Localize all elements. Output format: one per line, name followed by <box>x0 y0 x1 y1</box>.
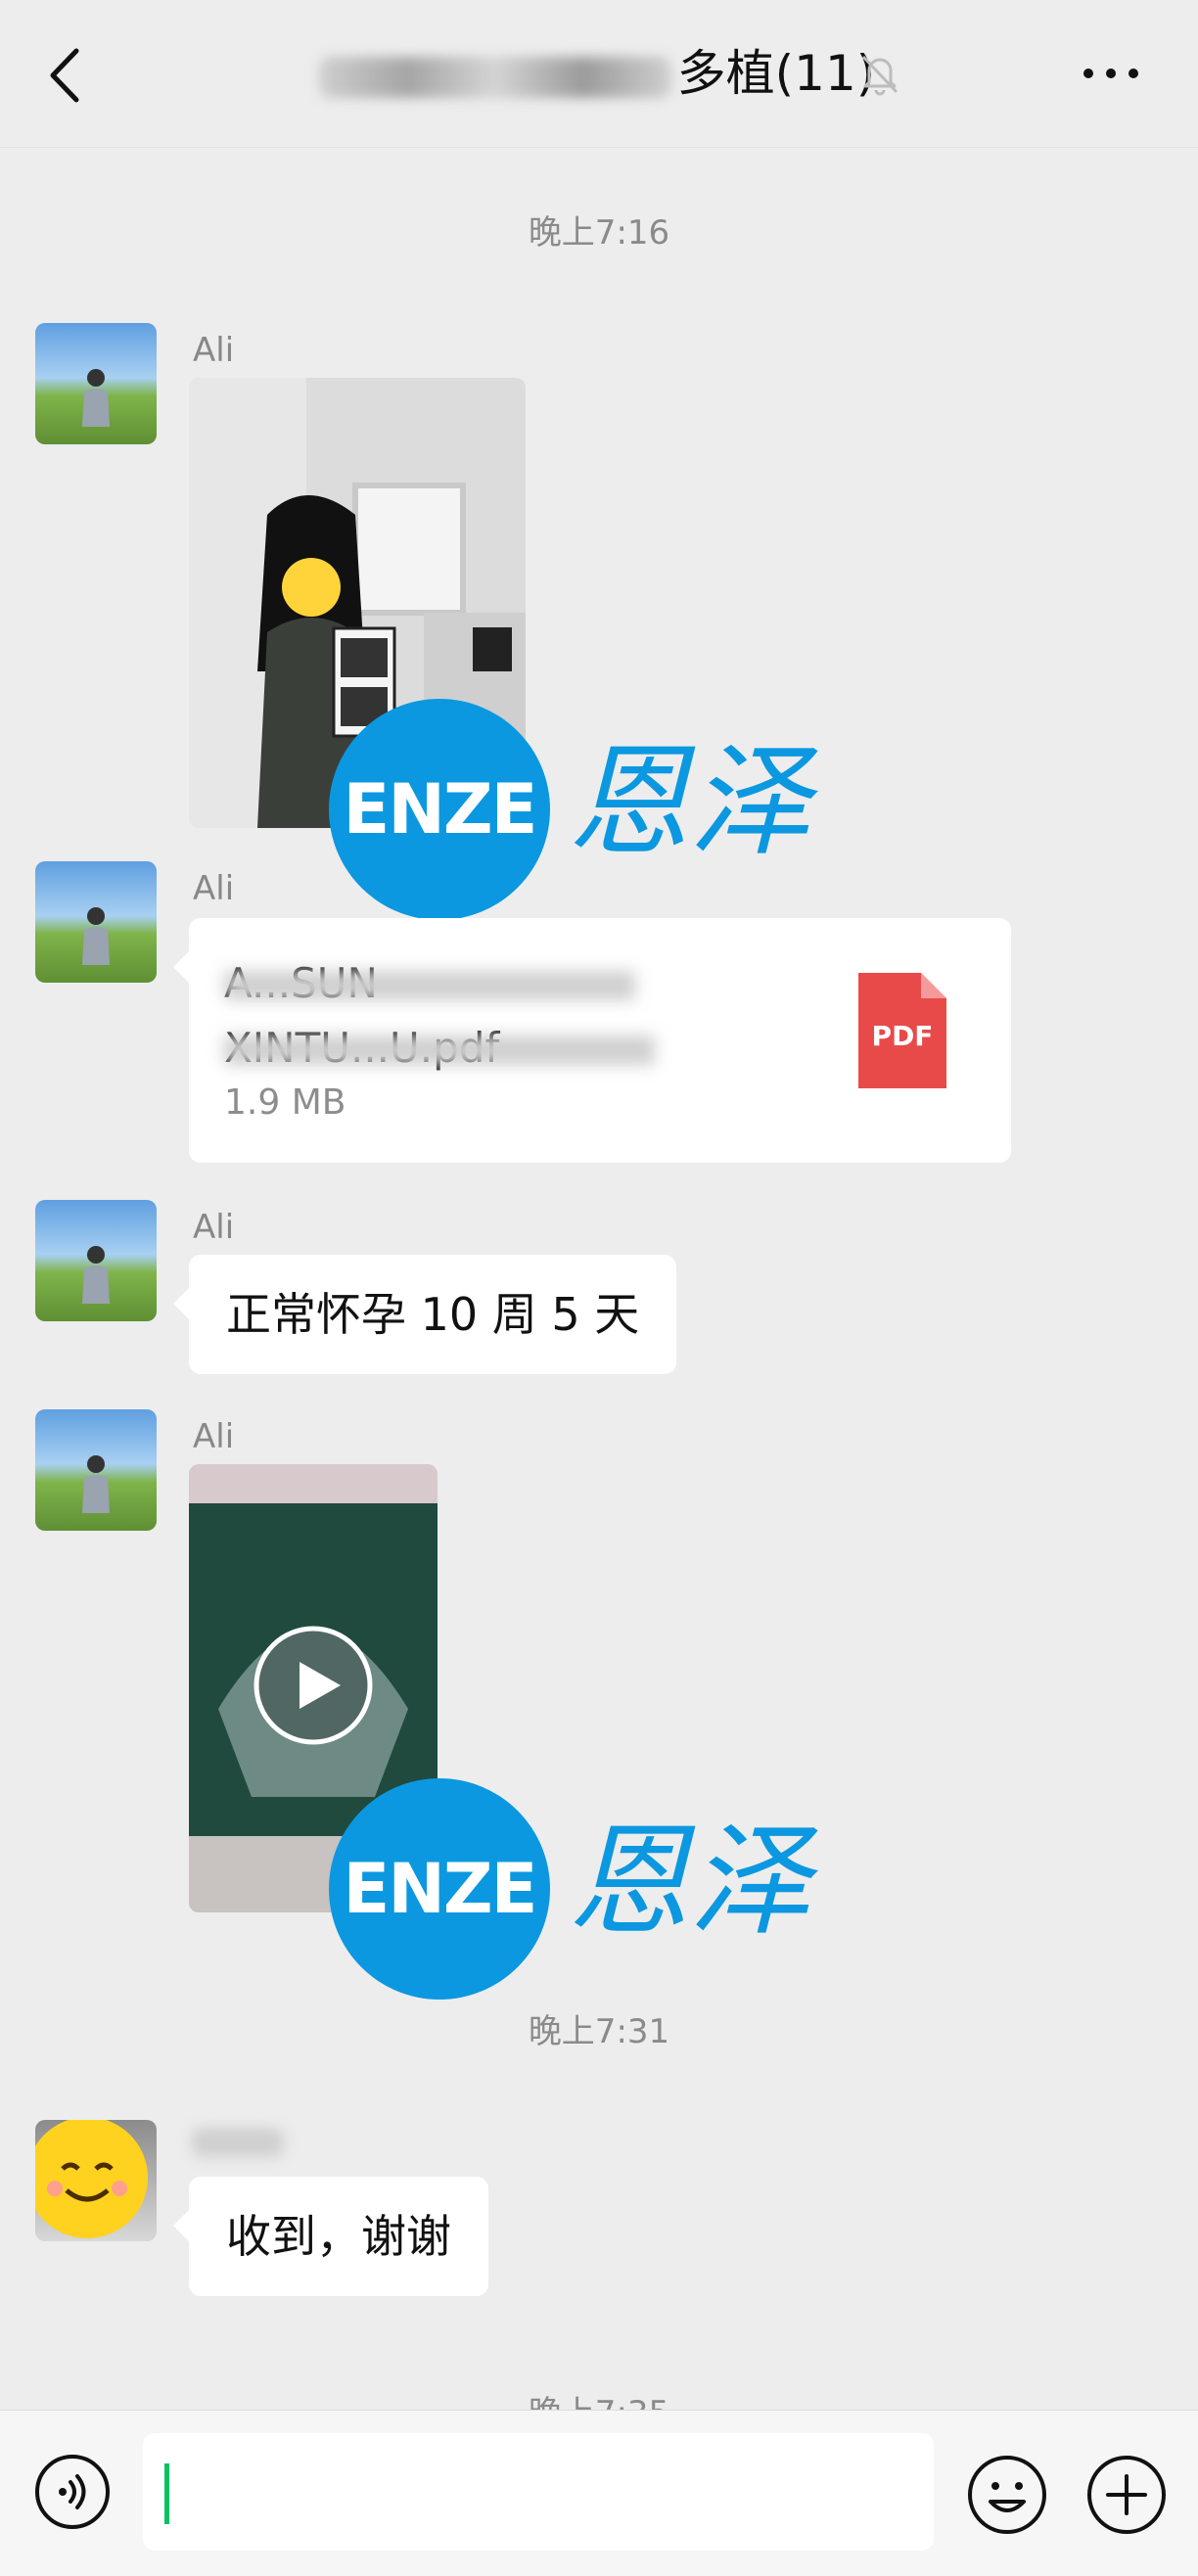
file-name: A...SUN XINTU...U.pdf <box>224 951 772 1081</box>
play-icon[interactable] <box>253 1625 374 1746</box>
back-button[interactable] <box>39 41 98 110</box>
timestamp: 晚上7:31 <box>528 2012 670 2051</box>
text-cursor <box>164 2463 169 2524</box>
emoji-icon <box>968 2456 1046 2534</box>
more-button[interactable] <box>1077 59 1145 88</box>
sender-name: Ali <box>193 1208 235 1247</box>
pdf-label: PDF <box>871 1020 934 1052</box>
text-message[interactable]: 正常怀孕 10 周 5 天 <box>172 1255 677 1374</box>
more-dots-icon <box>1083 69 1138 78</box>
person-icon <box>82 1246 110 1304</box>
pdf-file-icon: PDF <box>858 973 946 1088</box>
timestamp: 晚上7:16 <box>528 213 670 253</box>
chat-title: 多植(11) <box>254 39 940 108</box>
redacted-sender-name <box>192 2128 284 2157</box>
emoji-button[interactable] <box>965 2453 1049 2537</box>
person-icon <box>82 907 110 965</box>
redacted-title-part <box>318 56 671 98</box>
file-message[interactable]: A...SUN XINTU...U.pdf 1.9 MB PDF <box>173 918 1011 1163</box>
mute-indicator <box>857 51 902 96</box>
watermark-logo: ENZE 恩泽 <box>329 1778 818 2003</box>
person-icon <box>82 1455 110 1513</box>
smiley-face-icon <box>35 2120 148 2238</box>
voice-button[interactable] <box>33 2453 112 2531</box>
avatar[interactable] <box>35 323 157 444</box>
avatar[interactable] <box>35 861 157 983</box>
watermark-chinese: 恩泽 <box>568 732 811 873</box>
person-icon <box>82 369 110 427</box>
watermark-circle: ENZE <box>329 699 550 920</box>
sender-name: Ali <box>193 869 235 908</box>
sender-name: Ali <box>193 331 235 370</box>
avatar[interactable] <box>35 1409 157 1531</box>
sender-name: Ali <box>193 1417 235 1456</box>
watermark-chinese: 恩泽 <box>568 1812 811 1953</box>
plus-circle-icon <box>1087 2456 1166 2534</box>
watermark-logo: ENZE 恩泽 <box>329 699 818 924</box>
chat-title-text: 多植(11) <box>676 45 876 102</box>
watermark-circle: ENZE <box>329 1778 550 2000</box>
avatar[interactable] <box>35 1200 157 1321</box>
message-input[interactable] <box>143 2433 934 2551</box>
redaction-blur <box>224 971 635 1000</box>
voice-icon <box>35 2455 110 2529</box>
chevron-left-icon <box>50 48 79 103</box>
text-message[interactable]: 收到，谢谢 <box>173 2177 488 2296</box>
avatar[interactable] <box>35 2120 157 2241</box>
more-functions-button[interactable] <box>1084 2453 1169 2537</box>
redaction-blur <box>224 1035 655 1065</box>
file-size: 1.9 MB <box>224 1082 346 1123</box>
bell-off-icon <box>861 55 898 96</box>
